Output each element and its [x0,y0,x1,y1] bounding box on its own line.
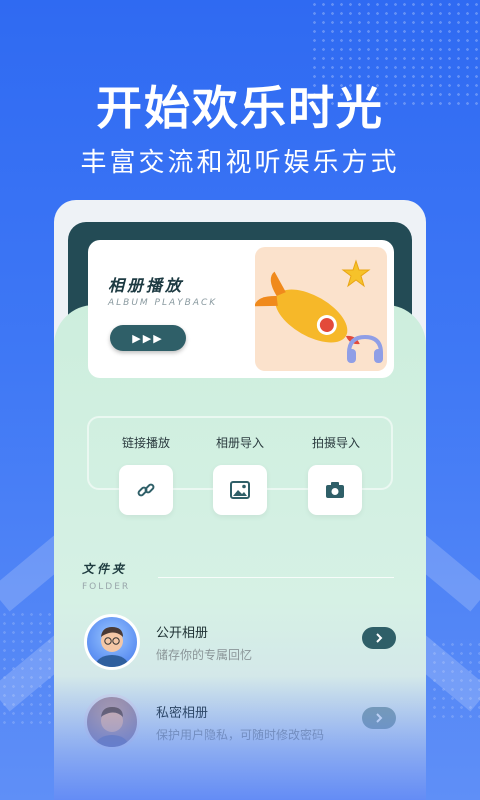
background-dots-right [430,640,480,720]
album-playback-card[interactable]: 相册播放 ALBUM PLAYBACK ▶▶▶ [88,240,394,378]
list-item-desc: 储存你的专属回忆 [156,648,253,662]
camera-icon [326,482,344,498]
phone-mockup: 相册播放 ALBUM PLAYBACK ▶▶▶ 链接播放 相册导入 拍摄导入 文… [54,200,426,800]
link-play-button[interactable] [119,465,173,515]
open-public-album-button[interactable] [362,627,396,649]
list-item-public-album[interactable]: 公开相册 储存你的专属回忆 [84,614,396,674]
avatar-boy-icon [96,707,128,747]
headline: 开始欢乐时光 [96,81,384,135]
folder-divider [158,577,394,578]
list-item-private-album[interactable]: 私密相册 保护用户隐私，可随时修改密码 [84,694,396,754]
feature-label-album: 相册导入 [215,436,264,450]
album-import-button[interactable] [213,465,267,515]
album-title: 相册播放 [108,276,185,295]
headphones-icon [347,334,383,363]
background-dots-left [0,610,60,730]
folder-subtitle: FOLDER [82,582,131,592]
subline: 丰富交流和视听娱乐方式 [80,148,400,178]
chevron-right-icon [376,713,383,723]
album-card-art [254,247,387,371]
album-subtitle: ALBUM PLAYBACK [108,298,218,308]
link-icon [137,483,155,497]
list-item-desc: 保护用户隐私，可随时修改密码 [156,728,325,742]
image-icon [230,481,250,499]
star-icon [341,259,371,288]
play-button[interactable]: ▶▶▶ [110,325,186,351]
rocket-icon [254,259,383,363]
folder-title: 文件夹 [82,562,128,576]
chevron-right-icon [376,633,383,643]
avatar-boy-icon [96,627,128,667]
feature-label-link: 链接播放 [121,436,170,450]
camera-import-button[interactable] [308,465,362,515]
open-private-album-button[interactable] [362,707,396,729]
list-item-title: 公开相册 [156,626,209,641]
avatar [84,694,140,750]
avatar [84,614,140,670]
list-item-title: 私密相册 [156,706,209,721]
feature-label-camera: 拍摄导入 [311,436,360,450]
